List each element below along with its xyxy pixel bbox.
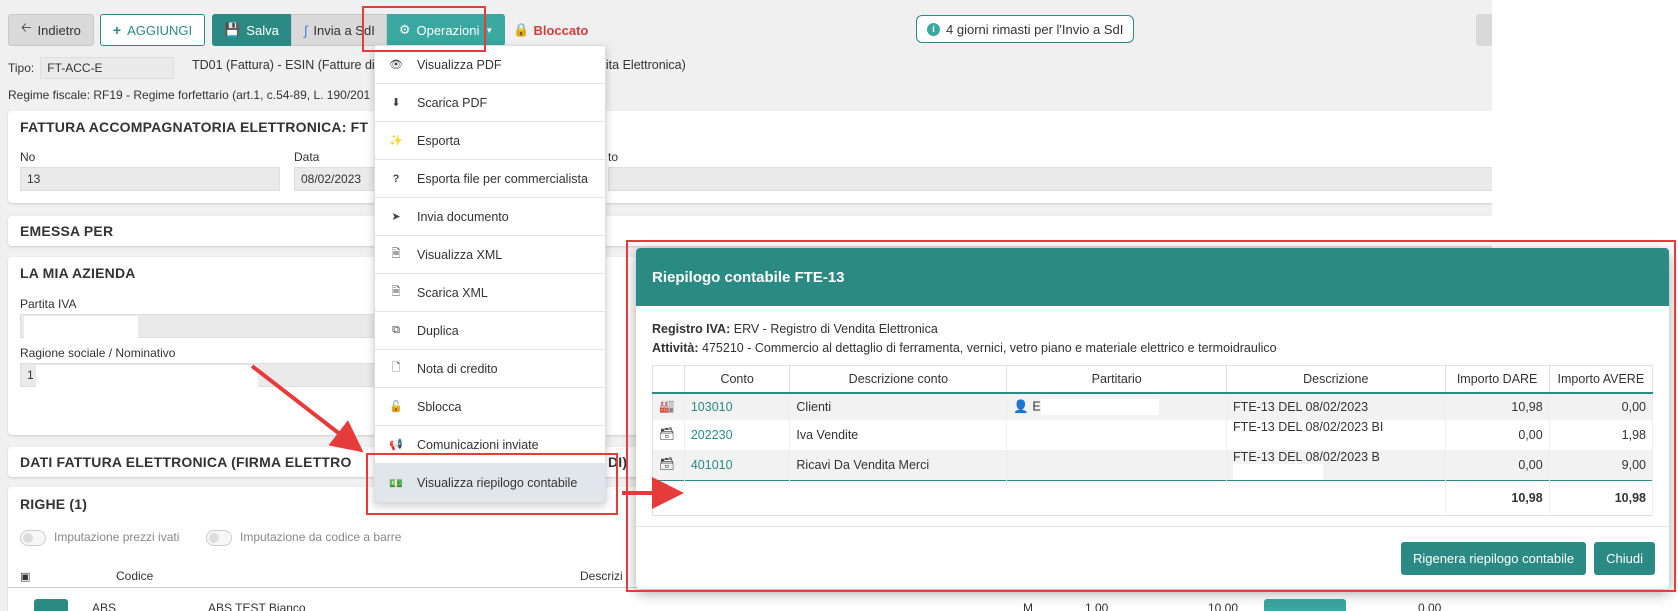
annotation-arrows: [250, 364, 684, 509]
arrow-to-menu-item: [250, 364, 364, 453]
